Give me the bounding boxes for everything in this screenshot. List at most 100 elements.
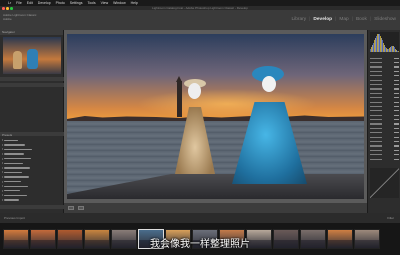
adjustment-label-placeholder (370, 114, 382, 116)
adjustment-value-placeholder (394, 101, 399, 103)
histogram[interactable] (370, 32, 399, 52)
masked-figure-blue (232, 66, 307, 184)
adjustment-value-placeholder (394, 79, 399, 81)
panel-header[interactable] (0, 77, 64, 81)
menu-item[interactable]: Photo (56, 1, 65, 5)
presets-label: Presets (2, 133, 13, 137)
menu-item[interactable]: Help (131, 1, 138, 5)
disclosure-triangle-icon (2, 139, 3, 142)
video-subtitle: 我会像我一样整理照片 (150, 239, 250, 250)
main-photo[interactable] (67, 34, 364, 199)
masked-figure-gold (175, 79, 215, 174)
disclosure-triangle-icon (2, 148, 3, 151)
preset-name-placeholder (4, 176, 29, 178)
adjustment-label-placeholder (370, 88, 382, 90)
before-after-button[interactable] (78, 206, 84, 210)
panel-header[interactable] (0, 83, 64, 87)
adjustment-label-placeholder (370, 110, 382, 112)
identity-plate: Adobe Lightroom Classic Adobe (3, 13, 36, 21)
disclosure-triangle-icon (2, 176, 3, 179)
adjustment-value-placeholder (394, 110, 399, 112)
preset-name-placeholder (4, 171, 22, 174)
adjustment-row[interactable] (370, 157, 399, 161)
adjustment-label-placeholder (370, 123, 382, 125)
adjustment-value-placeholder (394, 136, 399, 138)
module-library[interactable]: Library (292, 17, 307, 22)
disclosure-triangle-icon (2, 166, 3, 169)
panel-footer[interactable] (0, 205, 64, 209)
image-area[interactable] (64, 30, 367, 203)
adjustment-value-placeholder (394, 119, 399, 121)
preset-name-placeholder (4, 190, 20, 192)
disclosure-triangle-icon (2, 171, 3, 174)
tone-curve[interactable] (370, 168, 399, 198)
adjustment-label-placeholder (370, 149, 382, 151)
disclosure-triangle-icon (2, 162, 3, 165)
module-develop[interactable]: Develop (313, 17, 332, 22)
module-separator: | (369, 17, 372, 22)
adjustment-value-placeholder (394, 127, 399, 130)
navigator-preview[interactable] (3, 37, 61, 74)
preset-name-placeholder (4, 144, 25, 146)
histogram-bin (398, 51, 399, 52)
adjustment-label-placeholder (370, 92, 382, 94)
menu-item[interactable]: File (16, 1, 22, 5)
preset-name-placeholder (4, 153, 24, 155)
adjustment-label-placeholder (370, 57, 382, 59)
menu-item[interactable]: Window (113, 1, 125, 5)
disclosure-triangle-icon (2, 143, 3, 146)
preset-item[interactable] (2, 198, 62, 203)
menu-item[interactable]: Edit (27, 1, 33, 5)
adjustment-label-placeholder (370, 145, 382, 147)
preset-name-placeholder (4, 139, 18, 141)
adjustment-value-placeholder (394, 158, 399, 160)
adjustment-value-placeholder (394, 88, 399, 90)
adjustment-label-placeholder (370, 127, 382, 130)
filter-label[interactable]: Filter (387, 216, 394, 220)
disclosure-triangle-icon (2, 153, 3, 156)
menu-item[interactable]: Develop (38, 1, 51, 5)
adjustment-value-placeholder (394, 66, 399, 68)
menu-item[interactable]: Lr (8, 1, 11, 5)
adjustment-value-placeholder (394, 57, 399, 59)
adjustment-value-placeholder (394, 145, 399, 147)
adjustment-value-placeholder (394, 123, 399, 125)
preset-name-placeholder (4, 148, 32, 151)
develop-controls (370, 56, 399, 161)
gown (175, 107, 215, 174)
adjustment-value-placeholder (394, 141, 399, 143)
adjustment-label-placeholder (370, 79, 382, 81)
adjustment-label-placeholder (370, 119, 382, 121)
filmstrip-source[interactable]: Previous Import (4, 216, 25, 220)
module-separator: | (309, 17, 311, 22)
disclosure-triangle-icon (2, 157, 3, 160)
menu-item[interactable]: Tools (87, 1, 95, 5)
disclosure-triangle-icon (2, 185, 3, 188)
adjustment-value-placeholder (394, 92, 399, 94)
preview-figure (13, 51, 22, 69)
right-panel (367, 30, 400, 213)
module-map[interactable]: Map (339, 17, 348, 22)
module-book[interactable]: Book (356, 17, 367, 22)
preset-name-placeholder (4, 199, 19, 201)
adjustment-label-placeholder (370, 132, 382, 134)
preset-name-placeholder (4, 194, 27, 197)
adjustment-label-placeholder (370, 158, 382, 160)
navigator-header[interactable]: Navigator (0, 30, 63, 35)
menu-item[interactable]: View (101, 1, 109, 5)
preset-name-placeholder (4, 185, 28, 187)
adjustment-label-placeholder (370, 141, 382, 143)
loupe-view-button[interactable] (68, 206, 74, 210)
presets-header[interactable]: Presets (0, 132, 64, 137)
adjustment-value-placeholder (394, 114, 399, 116)
module-separator: | (351, 17, 353, 22)
preset-name-placeholder (4, 162, 23, 164)
adjustment-value-placeholder (394, 61, 399, 64)
adjustment-label-placeholder (370, 101, 382, 103)
adjustment-label-placeholder (370, 136, 382, 138)
gown (232, 102, 307, 184)
adjustment-label-placeholder (370, 83, 382, 86)
module-slideshow[interactable]: Slideshow (374, 17, 396, 22)
menu-item[interactable]: Settings (70, 1, 83, 5)
module-picker: Library | Develop | Map | Book | Slidesh… (292, 17, 397, 22)
